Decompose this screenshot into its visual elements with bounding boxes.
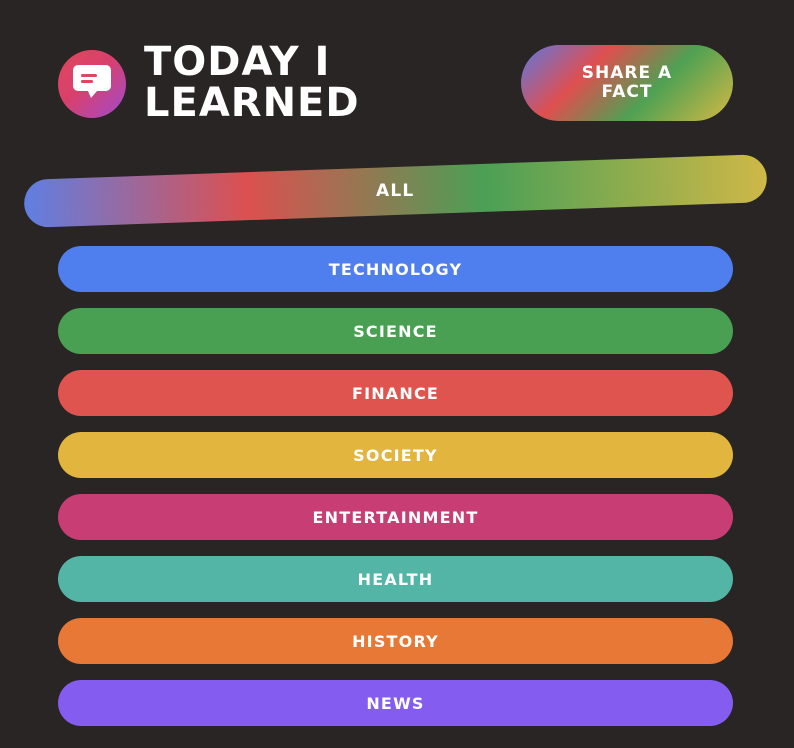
category-society-button[interactable]: SOCIETY [58, 432, 733, 478]
logo [58, 50, 126, 118]
category-science-button[interactable]: SCIENCE [58, 308, 733, 354]
category-technology-button[interactable]: TECHNOLOGY [58, 246, 733, 292]
category-finance-button[interactable]: FINANCE [58, 370, 733, 416]
category-news-button[interactable]: NEWS [58, 680, 733, 726]
title-line-1: TODAY I [144, 39, 331, 85]
app-page: TODAY I LEARNED SHARE A FACT ALL TECHNOL… [0, 0, 794, 748]
category-history-button[interactable]: HISTORY [58, 618, 733, 664]
category-list: TECHNOLOGY SCIENCE FINANCE SOCIETY ENTER… [58, 246, 733, 742]
category-all-label: ALL [376, 181, 415, 202]
category-health-button[interactable]: HEALTH [58, 556, 733, 602]
category-entertainment-button[interactable]: ENTERTAINMENT [58, 494, 733, 540]
category-all-button[interactable]: ALL [23, 154, 768, 228]
page-title: TODAY I LEARNED [144, 42, 360, 124]
title-line-2: LEARNED [144, 80, 360, 126]
share-fact-button[interactable]: SHARE A FACT [521, 45, 733, 121]
chat-bubble-icon [73, 65, 111, 98]
